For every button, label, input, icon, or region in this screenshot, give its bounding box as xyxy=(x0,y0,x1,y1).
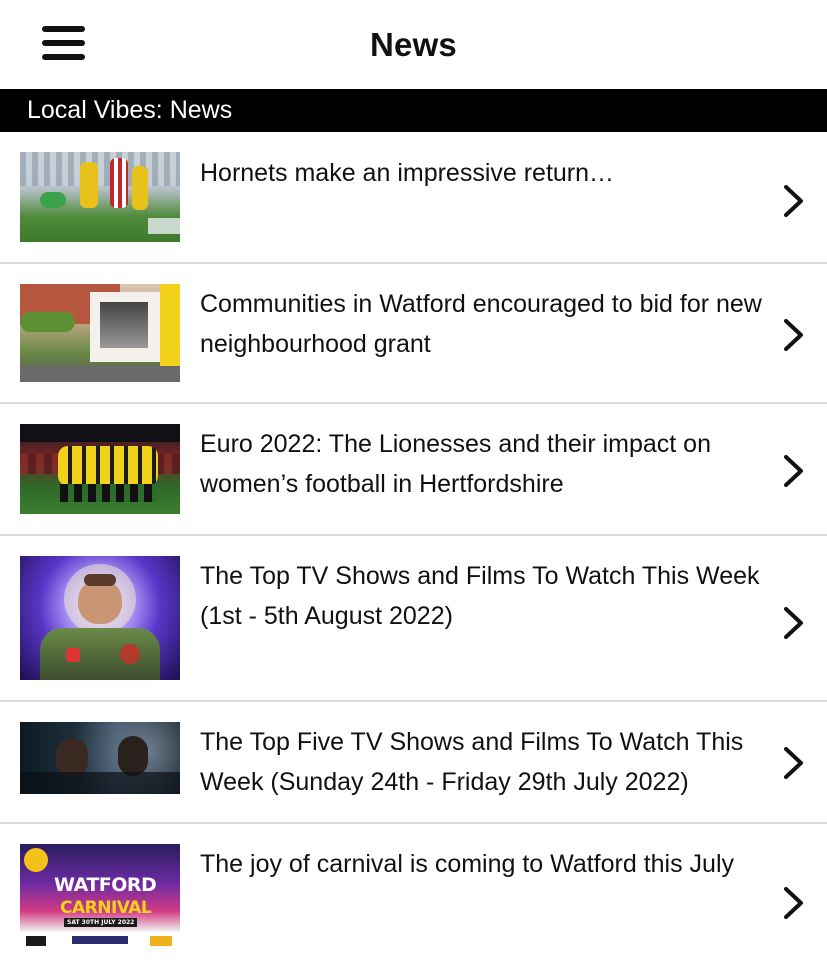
section-header: Local Vibes: News xyxy=(0,89,827,132)
hamburger-menu-icon[interactable] xyxy=(42,26,86,62)
news-headline: The joy of carnival is coming to Watford… xyxy=(200,850,734,878)
news-headline: Euro 2022: The Lionesses and their impac… xyxy=(200,430,711,498)
news-list-item[interactable]: The Top TV Shows and Films To Watch This… xyxy=(0,536,827,702)
chevron-right-icon xyxy=(783,606,805,639)
news-screen: News Local Vibes: News Hornets make an i… xyxy=(0,0,827,976)
watford-street-mural-thumbnail xyxy=(20,284,180,382)
poster-title: WATFORD xyxy=(54,874,157,896)
menu-line xyxy=(42,54,85,60)
news-headline: The Top Five TV Shows and Films To Watch… xyxy=(200,728,744,796)
news-headline: Communities in Watford encouraged to bid… xyxy=(200,290,762,358)
chevron-right-icon xyxy=(783,886,805,919)
news-list-item[interactable]: Communities in Watford encouraged to bid… xyxy=(0,264,827,404)
chevron-right-icon xyxy=(783,746,805,779)
menu-line xyxy=(42,40,85,46)
team-huddle-thumbnail xyxy=(20,424,180,514)
poster-date: SAT 30TH JULY 2022 xyxy=(64,918,138,927)
news-list-item[interactable]: Hornets make an impressive return… xyxy=(0,132,827,264)
poster-subtitle: CARNIVAL xyxy=(60,898,152,918)
watford-carnival-poster-thumbnail: WATFORD CARNIVAL SAT 30TH JULY 2022 xyxy=(20,844,180,956)
chevron-right-icon xyxy=(783,318,805,351)
news-list-item[interactable]: The Top Five TV Shows and Films To Watch… xyxy=(0,702,827,824)
animated-astronaut-thumbnail xyxy=(20,556,180,680)
news-list-item[interactable]: Euro 2022: The Lionesses and their impac… xyxy=(0,404,827,536)
top-app-bar: News xyxy=(0,0,827,89)
menu-line xyxy=(42,26,85,32)
tv-show-still-thumbnail xyxy=(20,722,180,794)
page-title: News xyxy=(369,25,457,63)
chevron-right-icon xyxy=(783,454,805,487)
news-headline: The Top TV Shows and Films To Watch This… xyxy=(200,562,760,630)
chevron-right-icon xyxy=(783,184,805,217)
football-match-thumbnail xyxy=(20,152,180,242)
news-list: Hornets make an impressive return… Commu… xyxy=(0,132,827,974)
news-headline: Hornets make an impressive return… xyxy=(200,159,615,187)
news-list-item[interactable]: WATFORD CARNIVAL SAT 30TH JULY 2022 The … xyxy=(0,824,827,974)
